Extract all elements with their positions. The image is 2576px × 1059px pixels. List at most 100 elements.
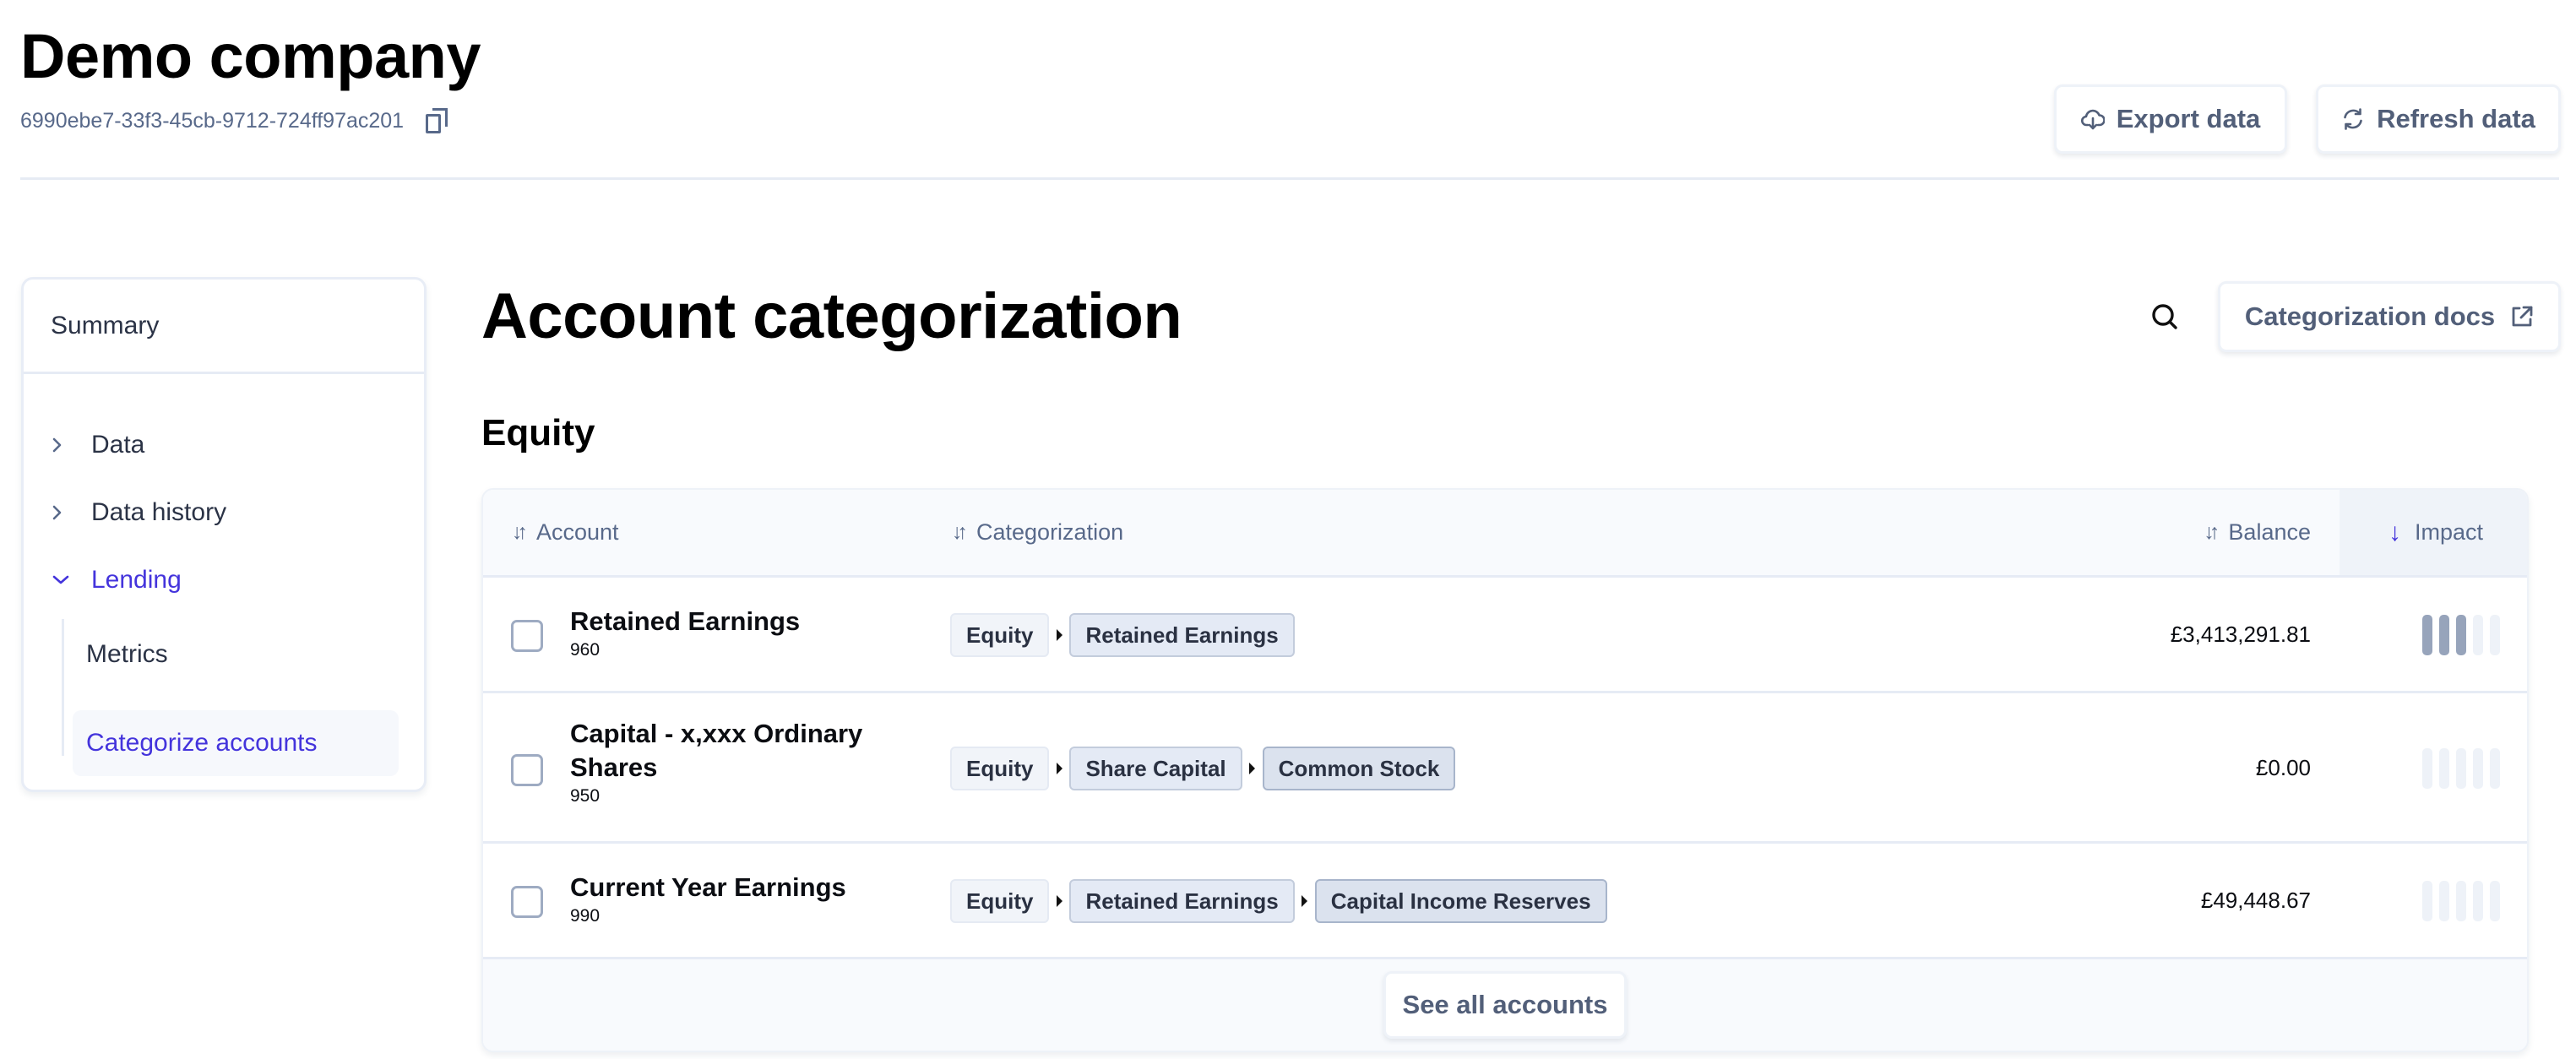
row-checkbox[interactable] <box>511 754 543 786</box>
sidebar-item-label: Data history <box>91 498 227 526</box>
impact-bar-empty <box>2439 881 2449 921</box>
sidebar-item-data-history[interactable]: Data history <box>51 487 226 538</box>
export-data-label: Export data <box>2116 104 2261 133</box>
column-header-account[interactable]: ↓↑ Account <box>512 490 619 575</box>
impact-bar-empty <box>2473 748 2483 789</box>
account-number: 990 <box>570 906 601 926</box>
category-chip[interactable]: Retained Earnings <box>1069 613 1295 657</box>
impact-bar-empty <box>2439 748 2449 789</box>
column-header-categorization[interactable]: ↓↑ Categorization <box>952 490 1123 575</box>
copy-icon[interactable] <box>426 108 448 133</box>
sidebar-subitem-categorize-accounts[interactable]: Categorize accounts <box>73 710 399 776</box>
column-label: Balance <box>2228 519 2311 545</box>
header-divider <box>20 177 2559 180</box>
impact-bar-filled <box>2422 615 2432 655</box>
sidebar-item-summary[interactable]: Summary <box>24 280 424 374</box>
balance-value: £3,413,291.81 <box>2170 622 2311 647</box>
sidebar-item-data[interactable]: Data <box>51 420 144 470</box>
caret-right-icon <box>1295 895 1315 907</box>
caret-right-icon <box>1049 763 1069 774</box>
impact-bar-filled <box>2439 615 2449 655</box>
account-name: Current Year Earnings <box>570 872 846 902</box>
impact-bar-empty <box>2422 748 2432 789</box>
category-chip[interactable]: Share Capital <box>1069 747 1242 790</box>
impact-bar-empty <box>2473 881 2483 921</box>
refresh-data-label: Refresh data <box>2377 104 2535 133</box>
table-row[interactable]: Retained Earnings 960 Equity Retained Ea… <box>483 578 2527 693</box>
impact-bar-empty <box>2490 615 2500 655</box>
account-name: Capital - x,xxx Ordinary Shares <box>570 719 863 782</box>
section-title-equity: Equity <box>481 412 595 453</box>
impact-bar-empty <box>2490 881 2500 921</box>
table-header: ↓↑ Account ↓↑ Categorization ↓↑ Balance … <box>483 490 2527 578</box>
cloud-download-icon <box>2080 109 2105 130</box>
row-checkbox[interactable] <box>511 886 543 918</box>
chevron-right-icon <box>51 436 91 454</box>
balance-value: £49,448.67 <box>2200 888 2311 913</box>
account-number: 950 <box>570 786 601 806</box>
caret-right-icon <box>1242 763 1263 774</box>
table-row[interactable]: Capital - x,xxx Ordinary Shares 950 Equi… <box>483 693 2527 844</box>
account-name: Retained Earnings <box>570 606 801 636</box>
chevron-down-icon <box>51 573 91 587</box>
impact-bar-empty <box>2456 748 2466 789</box>
search-button[interactable] <box>2148 300 2182 334</box>
page-heading: Account categorization <box>481 280 1182 352</box>
impact-meter <box>2422 748 2500 789</box>
caret-right-icon <box>1049 895 1069 907</box>
company-id: 6990ebe7-33f3-45cb-9712-724ff97ac201 <box>20 108 405 133</box>
category-chip[interactable]: Capital Income Reserves <box>1314 879 1607 923</box>
sort-icon: ↓↑ <box>2204 520 2220 544</box>
refresh-data-button[interactable]: Refresh data <box>2316 84 2561 154</box>
category-chip[interactable]: Equity <box>950 613 1050 657</box>
categorization-docs-label: Categorization docs <box>2244 301 2496 331</box>
impact-bar-empty <box>2490 748 2500 789</box>
refresh-icon <box>2344 108 2362 130</box>
export-data-button[interactable]: Export data <box>2054 84 2287 154</box>
sidebar-item-label: Lending <box>91 566 182 594</box>
company-title: Demo company <box>20 21 481 91</box>
chevron-right-icon <box>51 503 91 522</box>
categorization-docs-button[interactable]: Categorization docs <box>2218 281 2561 352</box>
sidebar-item-label: Data <box>91 431 145 459</box>
table-footer: See all accounts <box>483 959 2527 1051</box>
sort-descending-icon: ↓ <box>2389 518 2401 546</box>
search-icon <box>2152 304 2177 329</box>
column-header-balance[interactable]: ↓↑ Balance <box>2204 490 2311 575</box>
categorization-path: Equity Retained Earnings Capital Income … <box>950 879 1607 923</box>
impact-meter <box>2422 615 2500 655</box>
account-cell: Current Year Earnings 990 <box>570 871 908 926</box>
sidebar: Summary Data Data history Lending Metric… <box>21 277 427 792</box>
impact-bar-filled <box>2456 615 2466 655</box>
accounts-table: ↓↑ Account ↓↑ Categorization ↓↑ Balance … <box>481 488 2529 1052</box>
balance-value: £0.00 <box>2255 755 2311 780</box>
account-cell: Retained Earnings 960 <box>570 605 908 660</box>
sort-icon: ↓↑ <box>512 520 528 544</box>
account-number: 960 <box>570 640 601 660</box>
caret-right-icon <box>1049 629 1069 641</box>
categorization-path: Equity Share Capital Common Stock <box>950 747 1456 790</box>
table-row[interactable]: Current Year Earnings 990 Equity Retaine… <box>483 844 2527 959</box>
row-checkbox[interactable] <box>511 620 543 652</box>
company-id-row: 6990ebe7-33f3-45cb-9712-724ff97ac201 <box>20 108 448 133</box>
submenu-guide-line <box>62 619 64 756</box>
impact-bar-empty <box>2456 881 2466 921</box>
column-header-impact[interactable]: ↓ Impact <box>2340 490 2527 575</box>
impact-meter <box>2422 881 2500 921</box>
column-label: Impact <box>2415 519 2484 545</box>
column-label: Categorization <box>976 519 1124 545</box>
impact-bar-empty <box>2422 881 2432 921</box>
category-chip[interactable]: Equity <box>950 879 1050 923</box>
category-chip[interactable]: Common Stock <box>1262 747 1456 790</box>
external-link-icon <box>2512 306 2533 327</box>
sidebar-subitem-metrics[interactable]: Metrics <box>73 622 399 687</box>
categorization-path: Equity Retained Earnings <box>950 613 1295 657</box>
sort-icon: ↓↑ <box>952 520 968 544</box>
category-chip[interactable]: Retained Earnings <box>1069 879 1295 923</box>
account-cell: Capital - x,xxx Ordinary Shares 950 <box>570 717 874 806</box>
impact-bar-empty <box>2473 615 2483 655</box>
see-all-accounts-button[interactable]: See all accounts <box>1383 971 1628 1039</box>
category-chip[interactable]: Equity <box>950 747 1050 790</box>
sidebar-item-lending[interactable]: Lending <box>51 555 182 606</box>
column-label: Account <box>536 519 619 545</box>
